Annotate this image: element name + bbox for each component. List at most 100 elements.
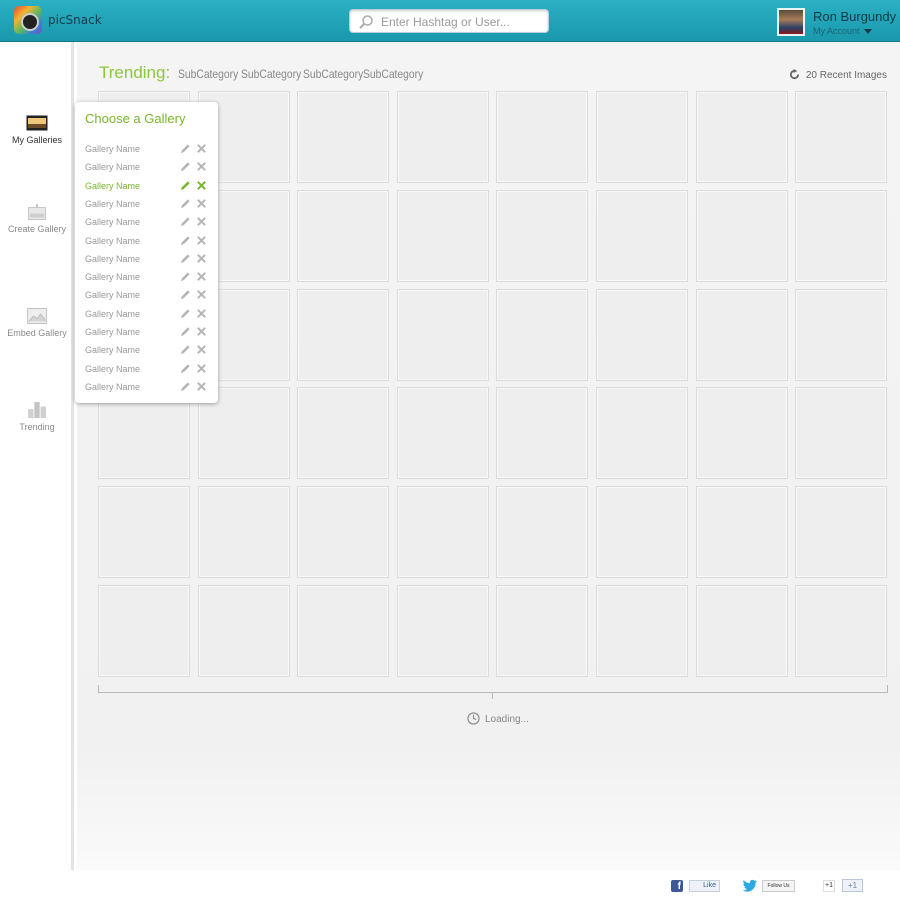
gallery-item[interactable]: Gallery Name	[85, 215, 210, 231]
image-tile[interactable]	[297, 91, 390, 183]
image-tile[interactable]	[396, 387, 489, 480]
image-tile[interactable]	[496, 91, 589, 183]
close-icon[interactable]	[196, 289, 207, 300]
pencil-icon[interactable]	[180, 253, 191, 264]
image-tile[interactable]	[795, 387, 888, 480]
recent-images[interactable]: 20 Recent Images	[789, 69, 887, 81]
my-account-menu[interactable]: My Account	[813, 26, 872, 36]
gallery-item[interactable]: Gallery Name	[85, 160, 210, 176]
close-icon[interactable]	[196, 253, 207, 264]
gallery-item[interactable]: Gallery Name	[85, 362, 210, 378]
close-icon[interactable]	[196, 326, 207, 337]
pencil-icon[interactable]	[180, 344, 191, 355]
image-tile[interactable]	[795, 585, 888, 677]
image-tile[interactable]	[695, 288, 788, 381]
gallery-item[interactable]: Gallery Name	[85, 142, 210, 158]
image-tile[interactable]	[596, 189, 688, 282]
image-tile[interactable]	[695, 189, 788, 282]
twitter-bird-icon[interactable]	[742, 879, 758, 893]
pencil-icon[interactable]	[180, 161, 191, 172]
app-logo-icon[interactable]	[14, 6, 42, 34]
image-tile[interactable]	[496, 585, 589, 677]
pencil-icon[interactable]	[180, 363, 191, 374]
image-tile[interactable]	[596, 585, 688, 677]
gallery-item[interactable]: Gallery Name	[85, 343, 210, 359]
image-tile[interactable]	[695, 387, 788, 480]
close-icon[interactable]	[196, 235, 207, 246]
image-tile[interactable]	[795, 91, 888, 183]
pencil-icon[interactable]	[180, 143, 191, 154]
close-icon[interactable]	[196, 180, 207, 191]
pencil-icon[interactable]	[180, 235, 191, 246]
close-icon[interactable]	[196, 143, 207, 154]
image-tile[interactable]	[695, 585, 788, 677]
app-logo-text[interactable]: picSnack	[48, 13, 102, 27]
gallery-item[interactable]: Gallery Name	[85, 234, 210, 250]
subcategory-link[interactable]: SubCategory	[363, 67, 423, 81]
image-tile[interactable]	[297, 288, 390, 381]
close-icon[interactable]	[196, 161, 207, 172]
close-icon[interactable]	[196, 308, 207, 319]
image-tile[interactable]	[197, 486, 290, 579]
close-icon[interactable]	[196, 344, 207, 355]
gallery-item[interactable]: Gallery Name	[85, 288, 210, 304]
image-tile[interactable]	[396, 288, 489, 381]
gallery-item[interactable]: Gallery Name	[85, 270, 210, 286]
pencil-icon[interactable]	[180, 308, 191, 319]
image-tile[interactable]	[98, 585, 190, 677]
twitter-follow-button[interactable]: Follow Us	[762, 880, 795, 892]
subcategory-link[interactable]: SubCategory	[241, 67, 301, 81]
facebook-like-button[interactable]: Like	[689, 880, 720, 892]
image-tile[interactable]	[496, 486, 589, 579]
gallery-item[interactable]: Gallery Name	[85, 307, 210, 323]
close-icon[interactable]	[196, 216, 207, 227]
image-tile[interactable]	[297, 585, 390, 677]
image-tile[interactable]	[596, 486, 688, 579]
close-icon[interactable]	[196, 381, 207, 392]
pencil-icon[interactable]	[180, 326, 191, 337]
facebook-icon[interactable]: f	[671, 880, 683, 892]
google-plus-one-button[interactable]: +1	[842, 879, 863, 892]
image-tile[interactable]	[396, 91, 489, 183]
close-icon[interactable]	[196, 363, 207, 374]
close-icon[interactable]	[196, 271, 207, 282]
pencil-icon[interactable]	[180, 271, 191, 282]
sidebar-item-embed-gallery[interactable]: Embed Gallery	[0, 308, 74, 338]
sidebar-item-my-galleries[interactable]: My Galleries	[0, 115, 74, 145]
image-tile[interactable]	[98, 486, 190, 579]
image-tile[interactable]	[297, 189, 390, 282]
pencil-icon[interactable]	[180, 216, 191, 227]
image-tile[interactable]	[297, 486, 390, 579]
image-tile[interactable]	[396, 486, 489, 579]
image-tile[interactable]	[496, 288, 589, 381]
close-icon[interactable]	[196, 198, 207, 209]
image-tile[interactable]	[496, 387, 589, 480]
gallery-item[interactable]: Gallery Name	[85, 325, 210, 341]
subcategory-link[interactable]: SubCategory	[303, 67, 363, 81]
image-tile[interactable]	[197, 585, 290, 677]
image-tile[interactable]	[795, 189, 888, 282]
image-tile[interactable]	[396, 189, 489, 282]
image-tile[interactable]	[396, 585, 489, 677]
image-tile[interactable]	[496, 189, 589, 282]
image-tile[interactable]	[596, 387, 688, 480]
sidebar-item-trending[interactable]: Trending	[0, 402, 74, 432]
image-tile[interactable]	[297, 387, 390, 480]
sidebar-item-create-gallery[interactable]: Create Gallery	[0, 204, 74, 234]
image-tile[interactable]	[795, 486, 888, 579]
image-tile[interactable]	[695, 486, 788, 579]
google-plus-icon[interactable]: +1	[823, 880, 835, 892]
image-tile[interactable]	[596, 288, 688, 381]
pencil-icon[interactable]	[180, 289, 191, 300]
image-tile[interactable]	[596, 91, 688, 183]
search-box[interactable]	[349, 9, 549, 33]
image-tile[interactable]	[795, 288, 888, 381]
gallery-item[interactable]: Gallery Name	[85, 179, 210, 195]
subcategory-link[interactable]: SubCategory	[178, 67, 238, 81]
gallery-item[interactable]: Gallery Name	[85, 252, 210, 268]
pencil-icon[interactable]	[180, 198, 191, 209]
gallery-item[interactable]: Gallery Name	[85, 380, 210, 396]
pencil-icon[interactable]	[180, 381, 191, 392]
search-input[interactable]	[381, 13, 541, 30]
pencil-icon[interactable]	[180, 180, 191, 191]
